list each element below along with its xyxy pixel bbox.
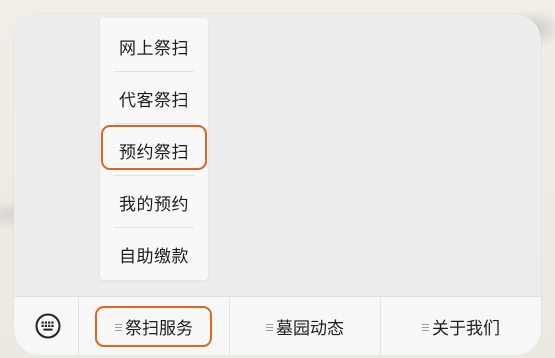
tab-label: 墓园动态 bbox=[276, 318, 344, 339]
menu-item-online-worship[interactable]: 网上祭扫 bbox=[100, 20, 208, 72]
menu-item-my-reservations[interactable]: 我的预约 bbox=[100, 176, 208, 228]
tab-about-us[interactable]: 关于我们 bbox=[381, 297, 541, 355]
keyboard-icon bbox=[35, 313, 61, 339]
tab-worship-service[interactable]: 祭扫服务 bbox=[79, 297, 229, 355]
menu-item-label: 网上祭扫 bbox=[119, 38, 189, 59]
bottom-menu-bar: 祭扫服务 墓园动态 关于我们 bbox=[14, 296, 541, 355]
menu-icon bbox=[422, 322, 429, 333]
menu-item-proxy-worship[interactable]: 代客祭扫 bbox=[100, 72, 208, 124]
keyboard-toggle-button[interactable] bbox=[34, 312, 62, 340]
tab-label: 关于我们 bbox=[432, 318, 500, 339]
menu-item-self-payment[interactable]: 自助缴款 bbox=[100, 228, 208, 280]
menu-icon bbox=[266, 322, 273, 333]
popup-submenu: 网上祭扫 代客祭扫 预约祭扫 我的预约 自助缴款 bbox=[100, 18, 208, 280]
menu-item-label: 自助缴款 bbox=[119, 246, 189, 267]
tab-label: 祭扫服务 bbox=[125, 318, 193, 339]
menu-item-label: 代客祭扫 bbox=[119, 90, 189, 111]
tab-cemetery-news[interactable]: 墓园动态 bbox=[230, 297, 380, 355]
menu-icon bbox=[115, 322, 122, 333]
menu-item-label: 预约祭扫 bbox=[119, 142, 189, 163]
menu-item-reserve-worship[interactable]: 预约祭扫 bbox=[100, 124, 208, 176]
menu-item-label: 我的预约 bbox=[119, 194, 189, 215]
